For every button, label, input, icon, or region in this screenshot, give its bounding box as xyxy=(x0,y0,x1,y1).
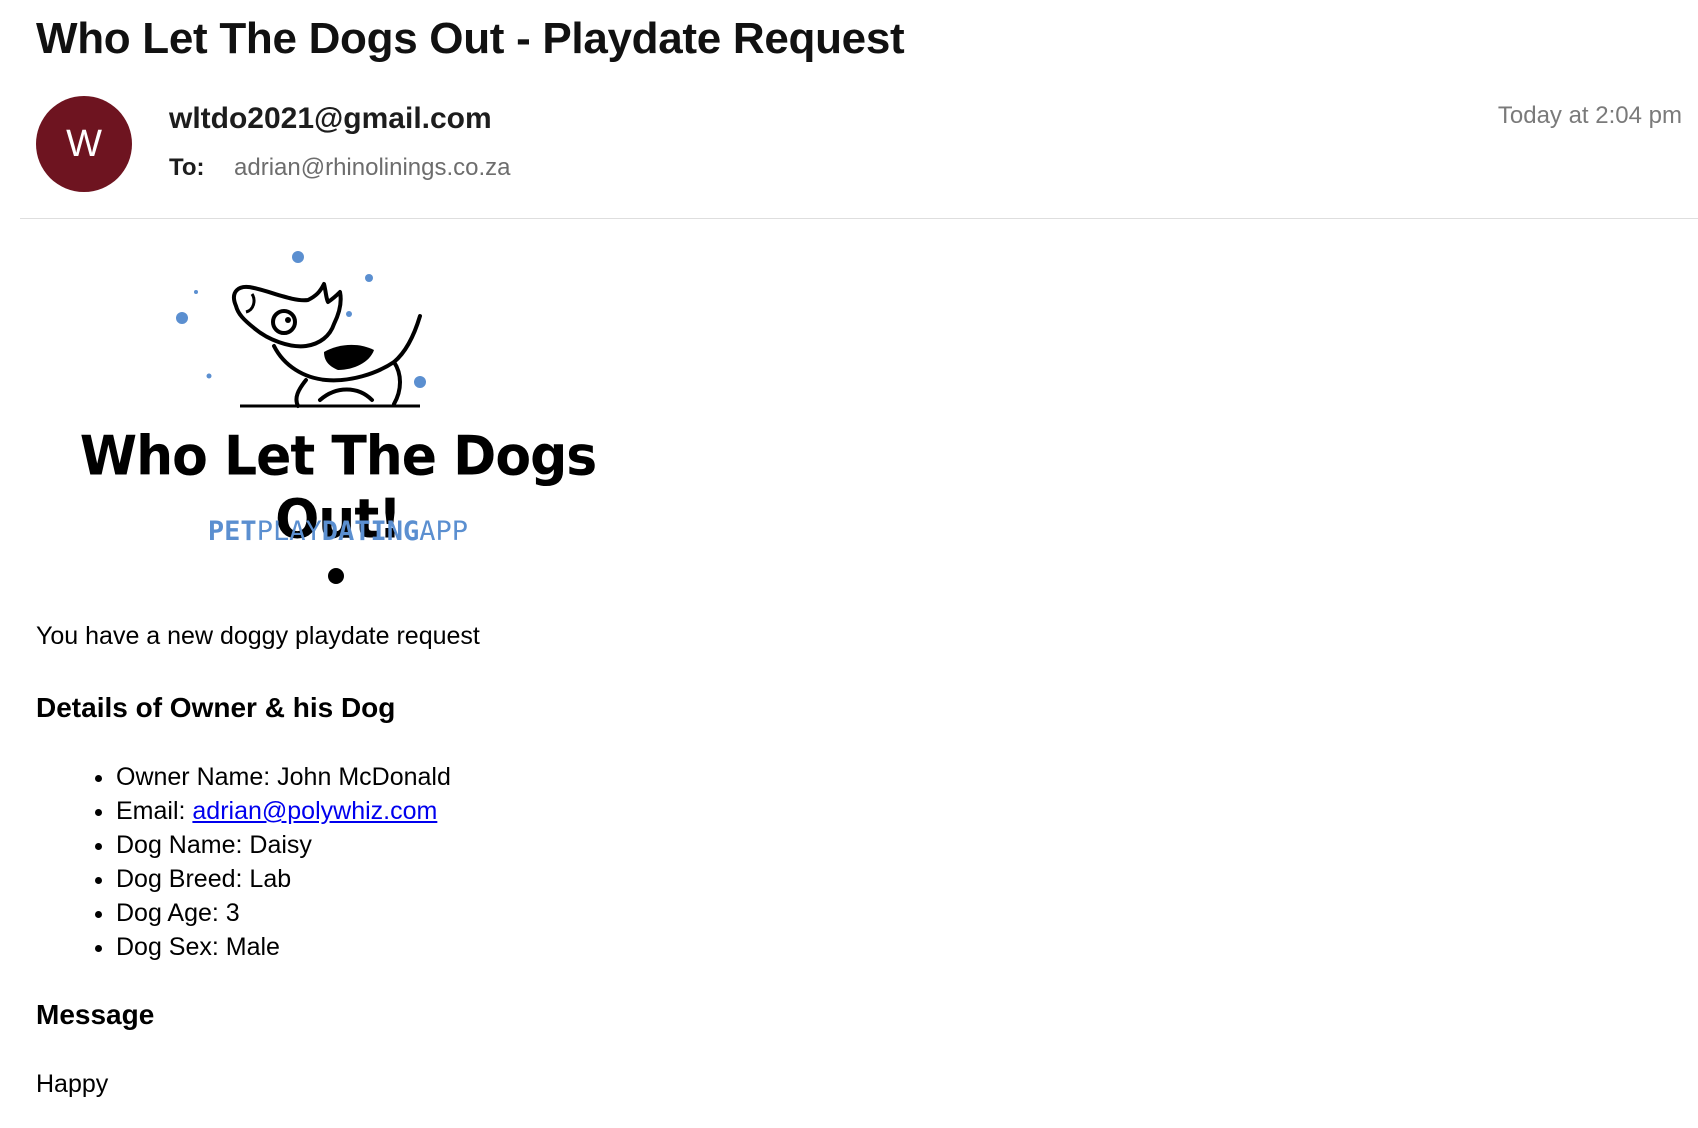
details-heading: Details of Owner & his Dog xyxy=(36,692,396,723)
owner-email-link[interactable]: adrian@polywhiz.com xyxy=(192,797,437,825)
recipient-address[interactable]: adrian@rhinolinings.co.za xyxy=(234,154,511,182)
detail-dog-name: Dog Name: Daisy xyxy=(116,828,451,862)
detail-email-label: Email: xyxy=(116,797,193,825)
logo-subtitle-app: APP xyxy=(419,516,469,547)
logo-subtitle-pet: PET xyxy=(207,516,257,547)
detail-dog-sex: Dog Sex: Male xyxy=(116,930,451,964)
details-list: Owner Name: John McDonald Email: adrian@… xyxy=(36,760,451,964)
brand-logo: Who Let The Dogs Out! PETPLAYDATINGAPP xyxy=(58,240,618,590)
sender-avatar: W xyxy=(36,96,132,192)
message-text: Happy xyxy=(36,1070,109,1098)
detail-email: Email: adrian@polywhiz.com xyxy=(116,794,451,828)
detail-owner-name: Owner Name: John McDonald xyxy=(116,760,451,794)
detail-dog-breed: Dog Breed: Lab xyxy=(116,862,451,896)
logo-subtitle-dating: DATING xyxy=(321,516,420,547)
recipient-row: To: adrian@rhinolinings.co.za xyxy=(169,154,511,182)
header-divider xyxy=(20,218,1698,219)
logo-dot xyxy=(328,568,344,584)
sender-address[interactable]: wltdo2021@gmail.com xyxy=(169,102,492,136)
logo-subtitle-play: PLAY xyxy=(256,516,322,547)
detail-dog-age: Dog Age: 3 xyxy=(116,896,451,930)
message-heading: Message xyxy=(36,999,155,1030)
logo-subtitle: PETPLAYDATINGAPP xyxy=(58,516,618,547)
avatar-initial: W xyxy=(66,122,102,165)
email-body: You have a new doggy playdate request De… xyxy=(36,622,480,1098)
email-view: Who Let The Dogs Out - Playdate Request … xyxy=(0,0,1698,1128)
email-date: Today at 2:04 pm xyxy=(1497,102,1682,129)
email-subject: Who Let The Dogs Out - Playdate Request xyxy=(36,14,905,63)
intro-text: You have a new doggy playdate request xyxy=(36,622,480,650)
to-label: To: xyxy=(169,154,205,181)
dog-logo-icon xyxy=(176,251,426,408)
